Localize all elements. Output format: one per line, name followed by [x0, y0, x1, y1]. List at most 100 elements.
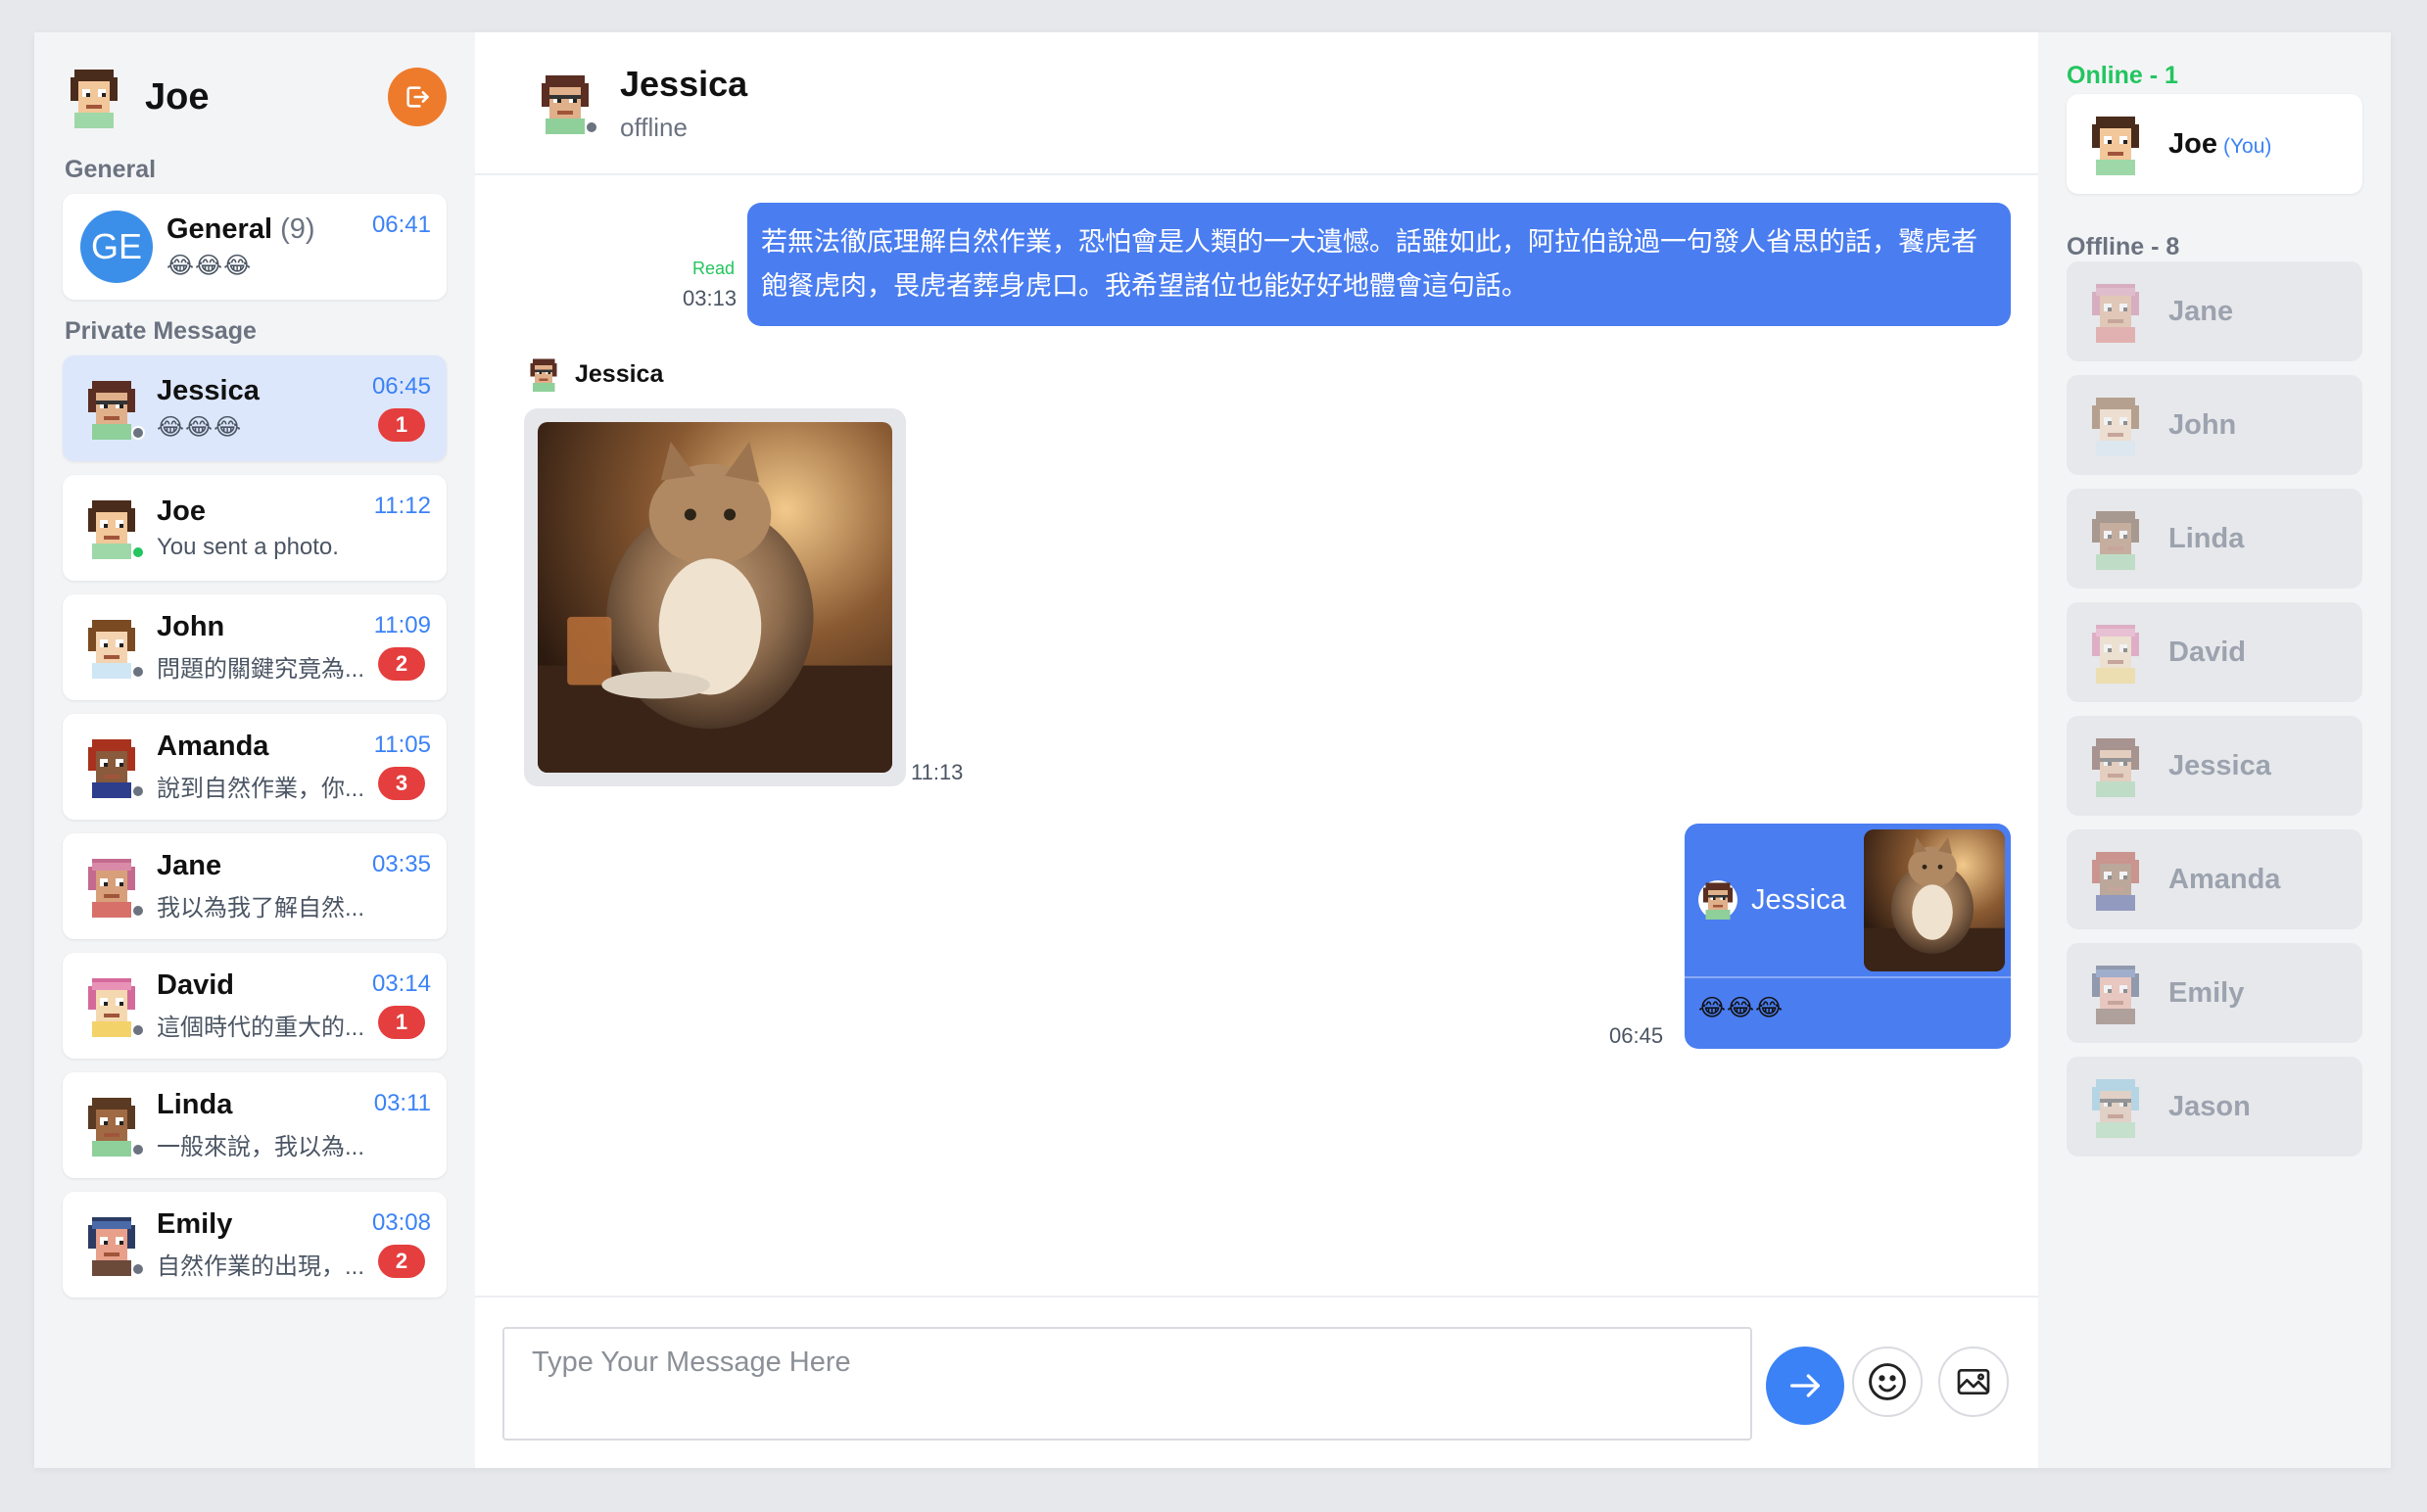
- conversation-time: 11:05: [373, 732, 431, 758]
- user-name: Linda: [2168, 522, 2245, 554]
- avatar: [2084, 394, 2147, 456]
- unread-badge: 3: [378, 767, 425, 800]
- conversation-emily[interactable]: Emily 自然作業的出現，... 03:08 2: [63, 1192, 447, 1298]
- cat-photo: [538, 422, 892, 773]
- arrow-right-icon: [1790, 1374, 1820, 1397]
- avatar-image: [2092, 284, 2139, 343]
- avatar-image: [2092, 738, 2139, 797]
- conversation-time: 06:41: [371, 212, 431, 238]
- conversation-david[interactable]: David 這個時代的重大的... 03:14 1: [63, 953, 447, 1059]
- photo-message[interactable]: [524, 408, 906, 786]
- read-receipt: Read: [692, 259, 736, 278]
- user-emily[interactable]: Emily: [2067, 943, 2362, 1043]
- conversation-joe[interactable]: Joe You sent a photo. 11:12: [63, 475, 447, 581]
- reply-message: Jessica 😂😂😂: [1685, 824, 2011, 1049]
- conversation-jessica[interactable]: Jessica 😂😂😂 06:45 1: [63, 355, 447, 461]
- member-count: (9): [280, 213, 315, 245]
- conversation-preview: 自然作業的出現，...: [157, 1253, 365, 1280]
- conversation-jane[interactable]: Jane 我以為我了解自然... 03:35: [63, 833, 447, 939]
- emoji-button[interactable]: [1852, 1347, 1923, 1417]
- online-label: Online - 1: [2067, 62, 2178, 89]
- conversation-time: 06:45: [371, 373, 431, 400]
- chat-panel: Jessica offline 若無法徹底理解自然作業，恐怕會是人類的一大遺憾。…: [475, 32, 2038, 1468]
- avatar-image: [1703, 882, 1733, 920]
- conversation-preview: 一般來說，我以為...: [157, 1134, 365, 1160]
- avatar: [2084, 1075, 2147, 1138]
- conversation-time: 11:12: [373, 493, 431, 519]
- user-list-panel: Online - 1 Joe (You) Offline - 8 Jane Joh…: [2038, 32, 2391, 1468]
- contact-name: Jessica: [620, 63, 748, 104]
- avatar: [80, 1094, 145, 1157]
- user-name: Amanda: [2168, 863, 2281, 895]
- user-amanda[interactable]: Amanda: [2067, 829, 2362, 929]
- user-jane[interactable]: Jane: [2067, 261, 2362, 361]
- you-tag: (You): [2222, 134, 2272, 158]
- user-joe[interactable]: Joe (You): [2067, 94, 2362, 194]
- user-name: Joe: [2168, 127, 2217, 160]
- quoted-photo-thumbnail: [1864, 829, 2005, 971]
- avatar: [2084, 621, 2147, 684]
- avatar: [526, 356, 561, 392]
- user-david[interactable]: David: [2067, 602, 2362, 702]
- avatar: [80, 735, 145, 798]
- avatar-image: [2092, 1079, 2139, 1138]
- conversation-time: 11:09: [373, 612, 431, 638]
- conversation-preview: 😂😂😂: [167, 253, 253, 279]
- message-time: 03:13: [683, 286, 738, 310]
- avatar: [2084, 848, 2147, 911]
- presence-dot: [131, 1023, 145, 1037]
- avatar: [80, 855, 145, 918]
- section-label-general: General: [65, 156, 157, 183]
- avatar: [80, 496, 145, 559]
- sender-name: Jessica: [575, 359, 664, 388]
- conversation-preview: 說到自然作業，你...: [157, 776, 365, 802]
- conversation-time: 03:11: [373, 1090, 431, 1116]
- unread-badge: 2: [378, 1245, 425, 1278]
- conversation-preview: You sent a photo.: [157, 533, 339, 560]
- message-sender: Jessica: [526, 356, 663, 392]
- user-name: Jane: [2168, 295, 2234, 327]
- avatar: [534, 71, 598, 134]
- presence-dot: [131, 426, 145, 440]
- unread-badge: 1: [378, 408, 425, 442]
- conversation-preview: 😂😂😂: [157, 414, 243, 441]
- avatar: [80, 1213, 145, 1276]
- smiley-icon: [1869, 1363, 1906, 1400]
- user-name: Emily: [2168, 976, 2245, 1009]
- conversation-preview: 我以為我了解自然...: [157, 895, 365, 921]
- image-upload-button[interactable]: [1938, 1347, 2009, 1417]
- quoted-message[interactable]: Jessica: [1685, 824, 2011, 978]
- user-jason[interactable]: Jason: [2067, 1057, 2362, 1157]
- conversation-time: 03:14: [371, 970, 431, 997]
- user-name: Jessica: [2168, 749, 2271, 781]
- conversation-amanda[interactable]: Amanda 說到自然作業，你... 11:05 3: [63, 714, 447, 820]
- user-john[interactable]: John: [2067, 375, 2362, 475]
- avatar: [2084, 962, 2147, 1024]
- avatar: [63, 66, 125, 128]
- send-button[interactable]: [1766, 1347, 1844, 1425]
- logout-button[interactable]: [388, 68, 447, 126]
- user-name: David: [2168, 636, 2246, 668]
- avatar-image: [2092, 625, 2139, 684]
- message-time: 11:13: [911, 760, 964, 784]
- presence-dot: [131, 904, 145, 918]
- user-name: John: [2168, 408, 2237, 441]
- presence-dot: [131, 1143, 145, 1157]
- conversation-general[interactable]: GE General (9) 😂😂😂 06:41: [63, 194, 447, 300]
- group-avatar: GE: [80, 211, 153, 283]
- logout-icon: [406, 86, 429, 108]
- avatar-image: [2092, 966, 2139, 1024]
- avatar: [2084, 113, 2147, 175]
- message-input[interactable]: [502, 1327, 1752, 1441]
- avatar-image: [71, 70, 118, 128]
- user-linda[interactable]: Linda: [2067, 489, 2362, 589]
- conversation-linda[interactable]: Linda 一般來說，我以為... 03:11: [63, 1072, 447, 1178]
- conversation-john[interactable]: John 問題的關鍵究竟為... 11:09 2: [63, 594, 447, 700]
- avatar: [80, 616, 145, 679]
- conversation-time: 03:08: [371, 1209, 431, 1236]
- conversation-name: General: [167, 213, 272, 245]
- conversation-time: 03:35: [371, 851, 431, 877]
- conversation-preview: 這個時代的重大的...: [157, 1015, 365, 1041]
- user-jessica[interactable]: Jessica: [2067, 716, 2362, 816]
- section-label-private: Private Message: [65, 317, 257, 345]
